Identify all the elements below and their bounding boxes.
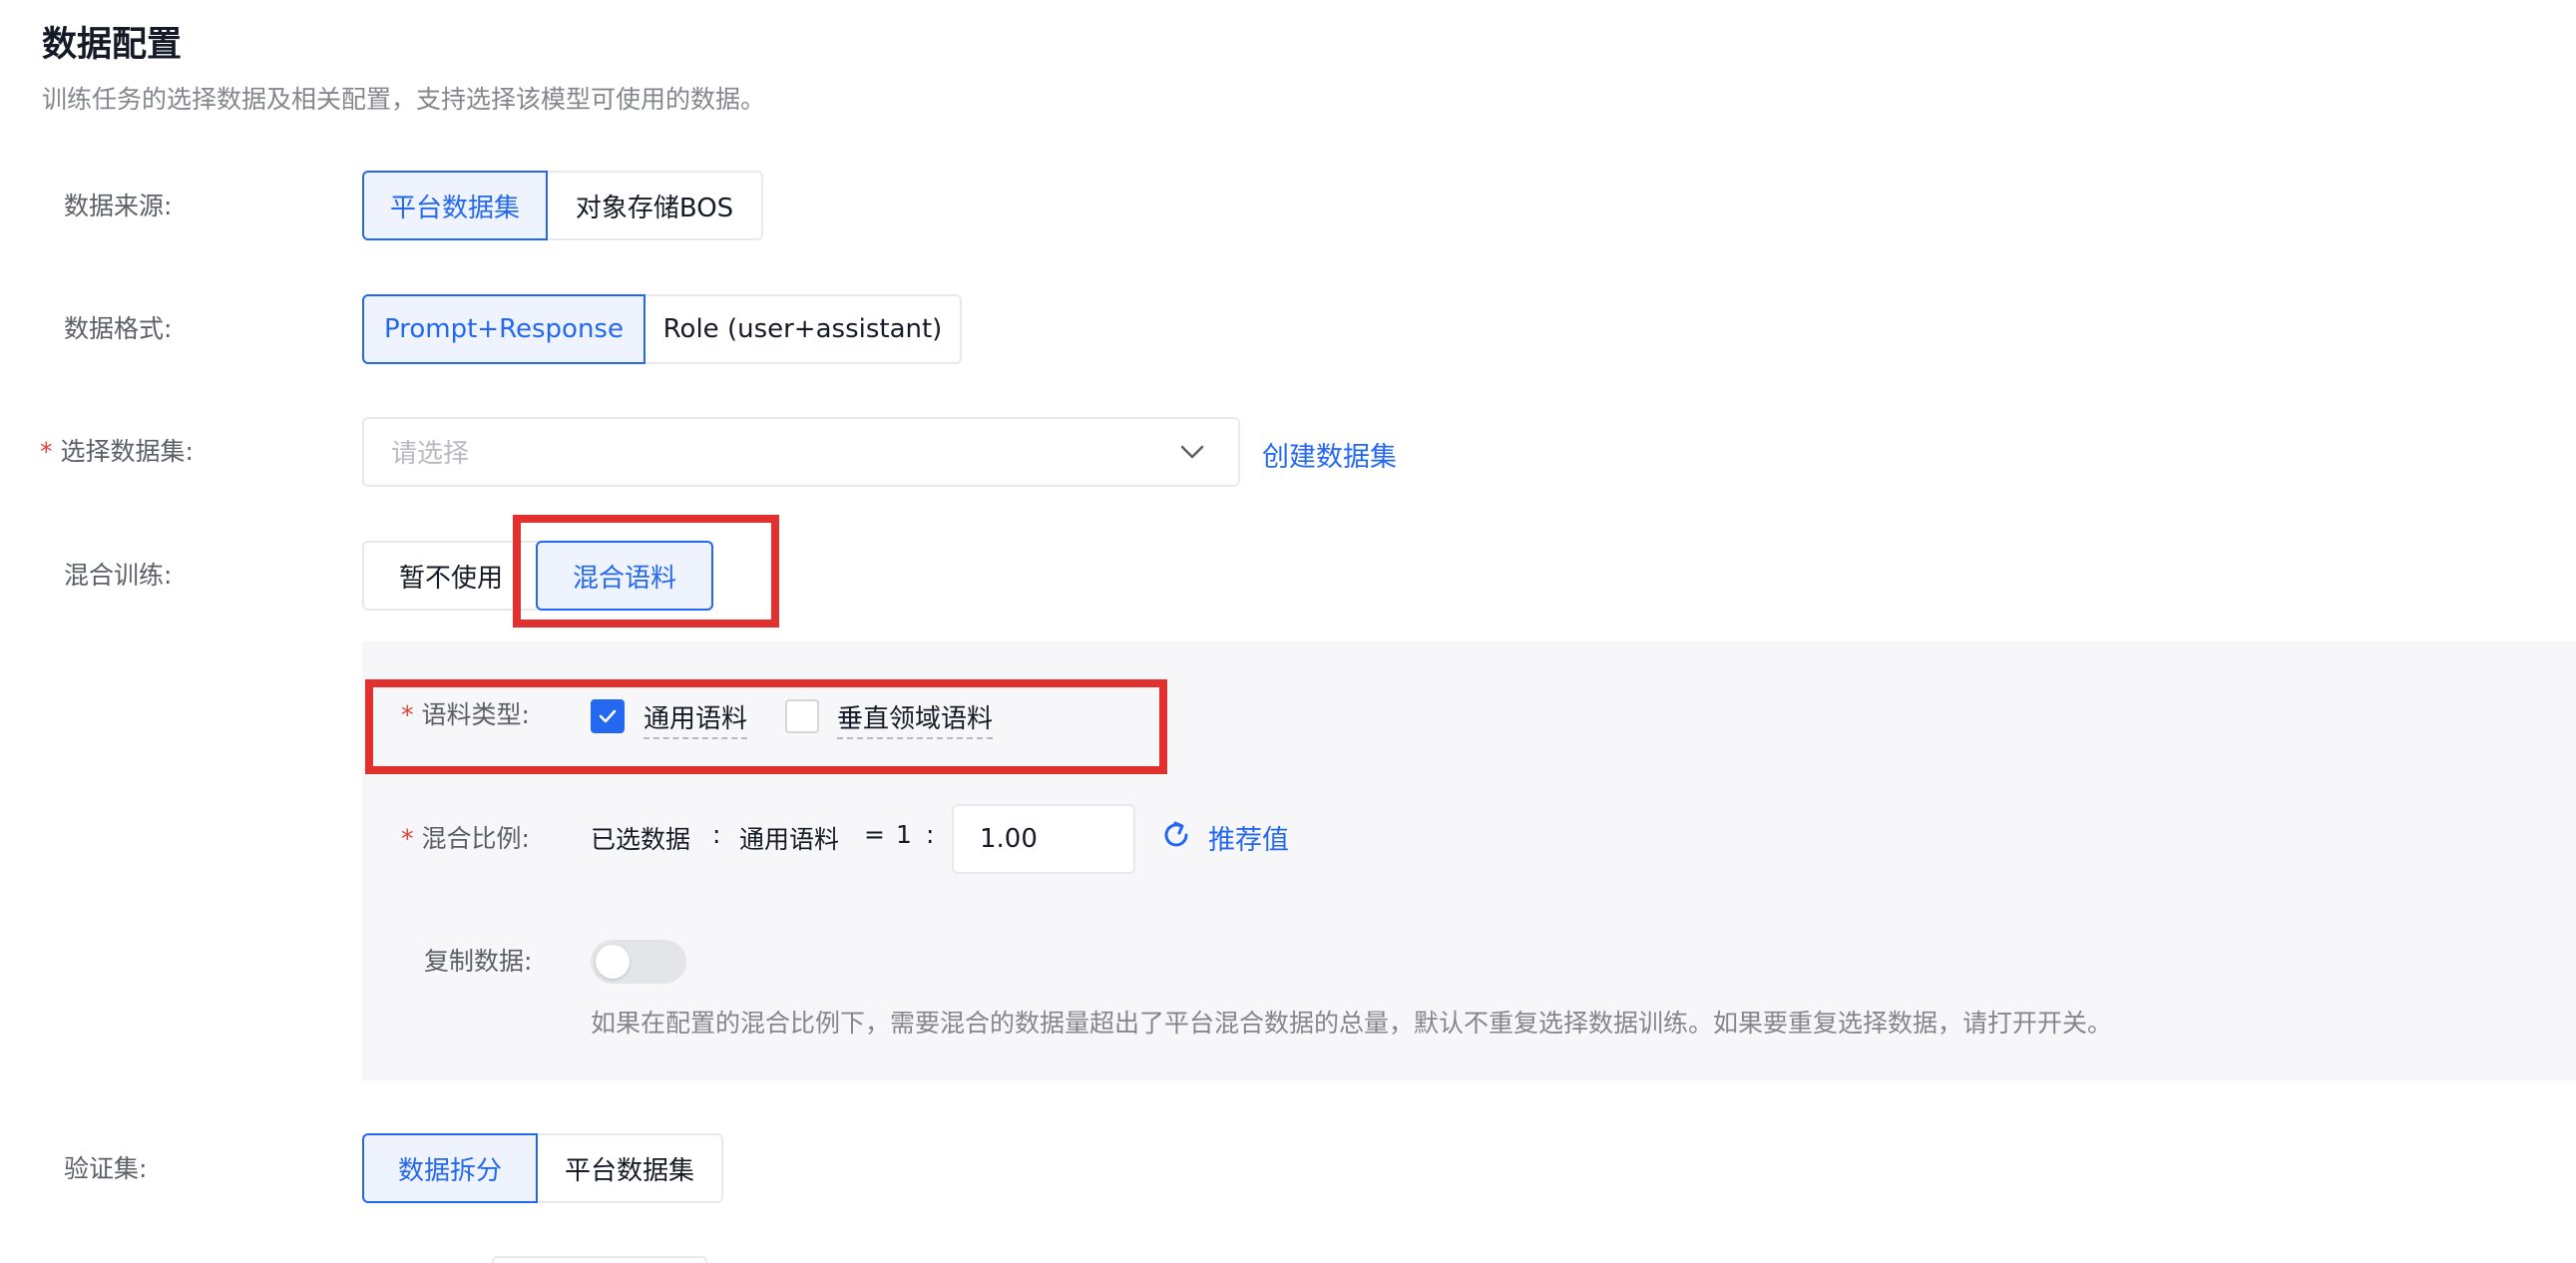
page-title: 数据配置: [42, 25, 183, 65]
data-format-option-label: Prompt+Response: [384, 314, 624, 344]
data-source-label: 数据来源:: [64, 192, 173, 220]
data-source-option-bos[interactable]: 对象存储BOS: [548, 171, 763, 240]
partial-input-bottom[interactable]: [492, 1256, 707, 1263]
ratio-colon: :: [712, 820, 721, 849]
highlight-box-corpus-type: [365, 679, 1167, 774]
ratio-corpus: 通用语料: [739, 825, 840, 854]
chevron-down-icon: [1180, 445, 1204, 459]
mix-ratio-value: 1.00: [980, 824, 1038, 854]
copy-data-toggle[interactable]: [591, 940, 686, 984]
ratio-one: 1: [896, 820, 912, 849]
mix-ratio-label-text: 混合比例:: [421, 824, 530, 853]
copy-data-label: 复制数据:: [424, 947, 533, 976]
page-subtitle: 训练任务的选择数据及相关配置，支持选择该模型可使用的数据。: [42, 85, 766, 114]
ratio-selected-data: 已选数据: [591, 825, 691, 854]
validation-option-split[interactable]: 数据拆分: [362, 1133, 538, 1203]
data-format-label: 数据格式:: [64, 314, 173, 343]
data-format-option-role[interactable]: Role (user+assistant): [645, 294, 962, 364]
dataset-select-placeholder: 请选择: [391, 439, 470, 469]
dataset-select-label: * 选择数据集:: [40, 435, 194, 469]
data-format-option-label: Role (user+assistant): [662, 314, 943, 344]
required-mark: *: [401, 824, 414, 853]
highlight-box-mixed-option: [513, 515, 779, 628]
validation-set-label: 验证集:: [64, 1154, 148, 1183]
mixed-training-option-label: 暂不使用: [398, 563, 503, 594]
data-format-option-prompt-response[interactable]: Prompt+Response: [362, 294, 645, 364]
mix-ratio-input[interactable]: 1.00: [952, 804, 1135, 874]
recommend-value-link[interactable]: 推荐值: [1208, 818, 1289, 857]
validation-option-label: 数据拆分: [397, 1155, 502, 1186]
dataset-select-label-text: 选择数据集:: [60, 437, 194, 466]
create-dataset-link[interactable]: 创建数据集: [1262, 435, 1397, 474]
copy-data-help: 如果在配置的混合比例下，需要混合的数据量超出了平台混合数据的总量，默认不重复选择…: [591, 1009, 2113, 1038]
ratio-colon: :: [926, 820, 935, 849]
validation-option-label: 平台数据集: [564, 1155, 694, 1186]
toggle-knob: [596, 945, 630, 979]
data-config-page: 数据配置 训练任务的选择数据及相关配置，支持选择该模型可使用的数据。 数据来源:…: [0, 0, 2576, 1263]
data-source-option-label: 对象存储BOS: [575, 193, 734, 223]
ratio-equals: =: [864, 820, 885, 849]
required-mark: *: [40, 437, 53, 466]
refresh-icon[interactable]: [1159, 818, 1193, 852]
validation-option-platform[interactable]: 平台数据集: [538, 1133, 723, 1203]
dataset-select[interactable]: [362, 417, 1240, 487]
data-source-option-platform[interactable]: 平台数据集: [362, 171, 548, 240]
mixed-training-label: 混合训练:: [64, 561, 173, 590]
data-source-option-label: 平台数据集: [389, 193, 520, 223]
mix-ratio-label: * 混合比例:: [401, 822, 530, 856]
